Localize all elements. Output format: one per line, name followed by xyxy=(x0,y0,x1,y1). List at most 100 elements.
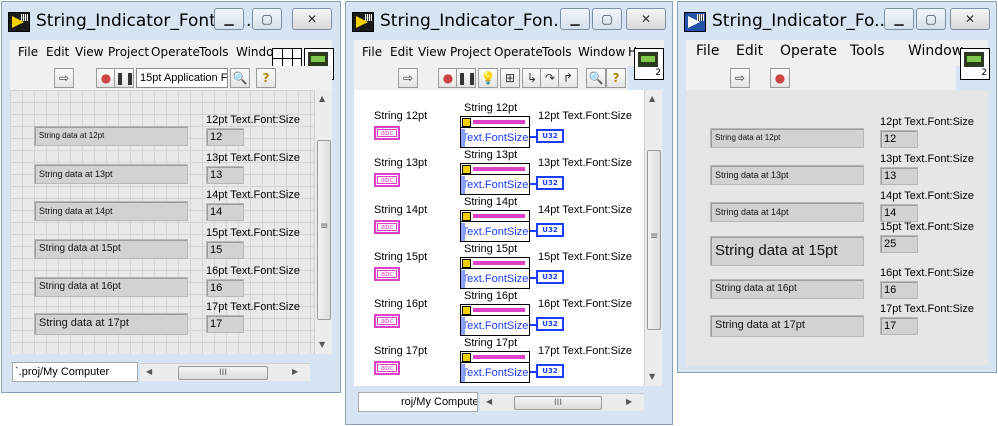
pause-icon[interactable]: ❚❚ xyxy=(114,68,135,88)
property-node[interactable]: Text.FontSize xyxy=(460,116,530,148)
run-arrow-icon[interactable]: ⇨ xyxy=(54,68,74,88)
font-size-label: 17pt Text.Font:Size xyxy=(880,303,974,315)
horizontal-scroll-thumb[interactable]: III xyxy=(514,396,602,410)
scroll-left-icon[interactable]: ◀ xyxy=(486,397,492,406)
menu-tools[interactable]: Tools xyxy=(199,45,229,59)
font-size-indicator: 25 xyxy=(880,235,918,253)
menu-project[interactable]: Project xyxy=(450,45,491,59)
maximize-button[interactable]: ▢ xyxy=(252,8,282,30)
font-size-indicator: 13 xyxy=(206,166,244,184)
horizontal-scrollbar[interactable]: ◀ III ▶ xyxy=(480,393,644,411)
font-size-label: 15pt Text.Font:Size xyxy=(880,221,974,233)
menu-file[interactable]: File xyxy=(362,45,382,59)
text-settings-dropdown[interactable]: 15pt Application Fo xyxy=(136,68,228,88)
font-size-label: 13pt Text.Font:Size xyxy=(206,152,300,164)
reference-terminal xyxy=(461,258,529,269)
minimize-button[interactable]: ▁ xyxy=(884,8,914,30)
string-terminal-label: String 16pt xyxy=(374,298,428,310)
retain-wire-values-icon[interactable]: ⊞ xyxy=(500,68,520,88)
menu-project[interactable]: Project xyxy=(108,45,149,59)
menu-edit[interactable]: Edit xyxy=(390,45,413,59)
string-indicator: String data at 17pt xyxy=(710,315,864,337)
help-icon[interactable]: ? xyxy=(256,68,276,88)
vertical-scrollbar[interactable]: ▲ ▼ xyxy=(644,90,662,386)
scroll-right-icon[interactable]: ▶ xyxy=(626,397,632,406)
property-node[interactable]: Text.FontSize xyxy=(460,257,530,289)
property-node[interactable]: Text.FontSize xyxy=(460,351,530,383)
abort-icon[interactable]: ● xyxy=(96,68,116,88)
string-terminal[interactable]: abc xyxy=(374,361,400,375)
scroll-down-icon[interactable]: ▼ xyxy=(319,340,325,349)
search-icon[interactable]: 🔍 xyxy=(586,68,606,88)
title-bar[interactable]: String_Indicator_Fon... ▁ ▢ ✕ xyxy=(346,2,672,40)
window-title: String_Indicator_Fo... xyxy=(712,11,891,31)
menu-tools[interactable]: Tools xyxy=(850,43,885,59)
string-terminal[interactable]: abc xyxy=(374,126,400,140)
step-into-icon[interactable]: ↳ xyxy=(522,68,542,88)
font-size-indicator: 14 xyxy=(880,204,918,222)
property-node[interactable]: Text.FontSize xyxy=(460,210,530,242)
font-size-label: 12pt Text.Font:Size xyxy=(880,116,974,128)
close-button[interactable]: ✕ xyxy=(292,8,332,30)
horizontal-scroll-thumb[interactable]: III xyxy=(178,366,268,380)
string-terminal[interactable]: abc xyxy=(374,314,400,328)
vertical-scroll-thumb[interactable] xyxy=(317,140,331,320)
string-terminal-label: String 13pt xyxy=(374,157,428,169)
vertical-scroll-thumb[interactable] xyxy=(647,150,661,330)
highlight-execution-icon[interactable]: 💡 xyxy=(478,68,498,88)
title-bar[interactable]: String_Indicator_Font_S... ▁ ▢ ✕ xyxy=(2,2,340,40)
u32-indicator-terminal[interactable]: U32 xyxy=(536,129,564,143)
menu-bar: File Edit View Project Operate Tools Win… xyxy=(354,40,664,66)
vertical-scrollbar[interactable]: ▲ ▼ xyxy=(314,90,332,354)
minimize-button[interactable]: ▁ xyxy=(560,8,590,30)
u32-indicator-terminal[interactable]: U32 xyxy=(536,317,564,331)
property-node[interactable]: Text.FontSize xyxy=(460,163,530,195)
search-icon[interactable]: 🔍 xyxy=(230,68,250,88)
scroll-left-icon[interactable]: ◀ xyxy=(146,367,152,376)
close-button[interactable]: ✕ xyxy=(626,8,666,30)
menu-operate[interactable]: Operate xyxy=(494,45,543,59)
horizontal-scrollbar[interactable]: ◀ III ▶ xyxy=(140,363,310,381)
u32-indicator-terminal[interactable]: U32 xyxy=(536,364,564,378)
menu-edit[interactable]: Edit xyxy=(46,45,69,59)
menu-view[interactable]: View xyxy=(75,45,103,59)
pause-icon[interactable]: ❚❚ xyxy=(456,68,477,88)
menu-window[interactable]: Window xyxy=(578,45,625,59)
run-arrow-icon[interactable]: ⇨ xyxy=(730,68,750,88)
scroll-right-icon[interactable]: ▶ xyxy=(292,367,298,376)
title-bar[interactable]: String_Indicator_Fo... ▁ ▢ ✕ xyxy=(678,2,996,40)
indicator-label: 15pt Text.Font:Size xyxy=(538,251,632,263)
minimize-button[interactable]: ▁ xyxy=(214,8,244,30)
string-terminal[interactable]: abc xyxy=(374,173,400,187)
step-out-icon[interactable]: ↱ xyxy=(558,68,578,88)
menu-operate[interactable]: Operate xyxy=(780,43,837,59)
menu-window[interactable]: Window xyxy=(908,43,963,59)
menu-tools[interactable]: Tools xyxy=(542,45,572,59)
close-button[interactable]: ✕ xyxy=(950,8,990,30)
maximize-button[interactable]: ▢ xyxy=(592,8,622,30)
string-terminal[interactable]: abc xyxy=(374,220,400,234)
step-over-icon[interactable]: ↷ xyxy=(540,68,560,88)
menu-file[interactable]: File xyxy=(696,43,719,59)
u32-indicator-terminal[interactable]: U32 xyxy=(536,223,564,237)
help-icon[interactable]: ? xyxy=(606,68,626,88)
menu-file[interactable]: File xyxy=(18,45,38,59)
property-node[interactable]: Text.FontSize xyxy=(460,304,530,336)
string-terminal[interactable]: abc xyxy=(374,267,400,281)
toolbar: ⇨ ● ❚❚ 15pt Application Fo 🔍 ? xyxy=(10,66,332,90)
scroll-down-icon[interactable]: ▼ xyxy=(649,372,655,381)
u32-indicator-terminal[interactable]: U32 xyxy=(536,270,564,284)
menu-edit[interactable]: Edit xyxy=(736,43,763,59)
scroll-up-icon[interactable]: ▲ xyxy=(319,94,325,103)
abort-icon[interactable]: ● xyxy=(438,68,458,88)
run-arrow-icon[interactable]: ⇨ xyxy=(398,68,418,88)
vi-icon[interactable]: 2 xyxy=(634,48,664,80)
font-size-label: 12pt Text.Font:Size xyxy=(206,114,300,126)
menu-operate[interactable]: Operate xyxy=(151,45,200,59)
maximize-button[interactable]: ▢ xyxy=(916,8,946,30)
u32-indicator-terminal[interactable]: U32 xyxy=(536,176,564,190)
menu-view[interactable]: View xyxy=(418,45,446,59)
abort-icon[interactable]: ● xyxy=(770,68,790,88)
scroll-up-icon[interactable]: ▲ xyxy=(649,94,655,103)
vi-icon[interactable]: 2 xyxy=(960,48,990,80)
